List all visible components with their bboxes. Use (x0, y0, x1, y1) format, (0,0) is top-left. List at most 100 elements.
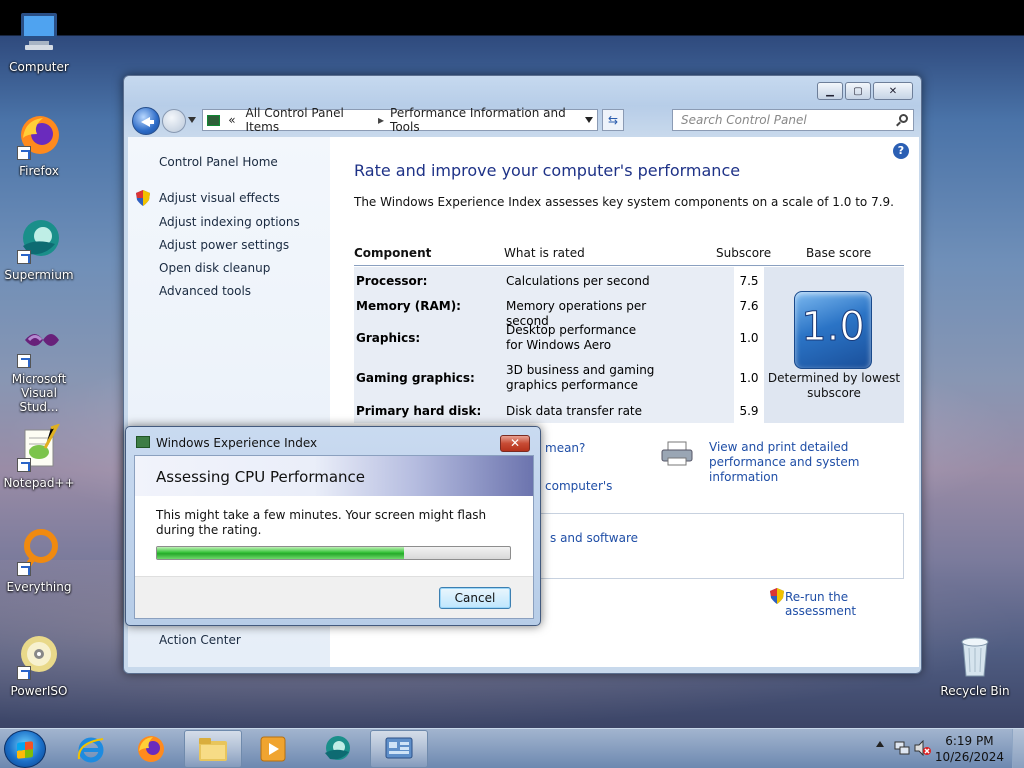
start-button[interactable] (4, 730, 46, 768)
show-hidden-icons-icon[interactable] (876, 741, 884, 747)
address-dropdown-icon[interactable] (585, 117, 593, 123)
desktop-icon-notepadpp[interactable]: Notepad++ (2, 423, 76, 490)
address-bar[interactable]: « All Control Panel Items ▸ Performance … (202, 106, 598, 134)
taskbar-internet-explorer[interactable] (62, 730, 120, 768)
show-desktop-button[interactable] (1012, 729, 1024, 768)
dialog-heading: Assessing CPU Performance (156, 468, 366, 486)
dialog-app-icon (136, 436, 150, 448)
computer-icon (15, 8, 63, 56)
desktop-icon-firefox[interactable]: Firefox (2, 112, 76, 178)
row-what-is-rated: 3D business and gaming graphics performa… (506, 363, 655, 392)
view-print-details-link[interactable]: View and print detailed performance and … (709, 440, 909, 485)
recycle-bin-icon (951, 632, 999, 680)
close-button[interactable]: ✕ (873, 82, 913, 100)
row-component: Memory (RAM): (356, 299, 461, 313)
refresh-button[interactable]: ⇆ (602, 109, 624, 131)
base-score-panel: 1.0 Determined by lowest subscore (764, 267, 904, 423)
help-icon[interactable]: ? (893, 143, 909, 159)
minimize-icon: ▁ (826, 85, 834, 97)
taskbar-firefox[interactable] (122, 730, 180, 768)
desktop-icon-everything[interactable]: Everything (2, 528, 76, 594)
row-subscore: 7.5 (739, 274, 759, 288)
dialog-close-button[interactable]: ✕ (500, 435, 530, 452)
desktop-icon-computer[interactable]: Computer (2, 8, 76, 74)
visual-studio-icon (15, 320, 63, 368)
desktop-icon-visual-studio[interactable]: Microsoft Visual Stud... (2, 320, 76, 414)
clock[interactable]: 6:19 PM 10/26/2024 (935, 733, 1004, 765)
sidebar-control-panel-home[interactable]: Control Panel Home (159, 155, 278, 169)
breadcrumb-all-items[interactable]: All Control Panel Items (246, 106, 372, 134)
sidebar-item-adjust-visual-effects[interactable]: Adjust visual effects (159, 191, 280, 205)
address-overflow[interactable]: « (228, 113, 235, 127)
search-icon[interactable] (899, 114, 908, 123)
desktop-icon-label: Recycle Bin (940, 684, 1010, 698)
experience-index-dialog[interactable]: Windows Experience Index ✕ Assessing CPU… (125, 426, 541, 626)
desktop-icon-poweriso[interactable]: PowerISO (2, 632, 76, 698)
taskbar-supermium[interactable] (308, 730, 366, 768)
uac-shield-icon (136, 190, 150, 206)
software-offers-link[interactable]: s and software (550, 531, 638, 545)
sidebar-item-open-disk-cleanup[interactable]: Open disk cleanup (159, 261, 270, 275)
sidebar-item-adjust-indexing-options[interactable]: Adjust indexing options (159, 215, 300, 229)
folder-icon (199, 738, 227, 761)
desktop-icon-label: Supermium (4, 268, 74, 282)
shortcut-arrow-icon (17, 666, 31, 680)
network-icon[interactable] (894, 740, 910, 756)
volume-muted-icon[interactable] (914, 740, 932, 756)
offers-box: s and software (530, 513, 904, 579)
minimize-button[interactable]: ▁ (817, 82, 843, 100)
score-table: Processor: Calculations per second 7.5 M… (354, 267, 904, 423)
firefox-icon (138, 736, 164, 762)
taskbar-media-player[interactable] (244, 730, 302, 768)
media-player-icon (260, 736, 286, 762)
dialog-banner: Assessing CPU Performance (135, 456, 533, 496)
desktop-icon-label: Everything (6, 580, 72, 594)
navigation-bar: « All Control Panel Items ▸ Performance … (132, 106, 914, 135)
breadcrumb-separator-icon[interactable]: ▸ (378, 113, 384, 127)
supermium-icon (15, 216, 63, 264)
header-component: Component (354, 246, 432, 260)
header-subscore: Subscore (716, 246, 772, 260)
what-do-numbers-mean-link[interactable]: mean? (545, 441, 585, 455)
cancel-button[interactable]: Cancel (439, 587, 511, 609)
row-subscore: 5.9 (739, 404, 759, 418)
breadcrumb-performance[interactable]: Performance Information and Tools (390, 106, 585, 134)
improve-performance-link[interactable]: computer's (545, 479, 612, 493)
taskbar-control-panel[interactable] (370, 730, 428, 768)
forward-button[interactable] (162, 109, 186, 133)
desktop-icon-recycle-bin[interactable]: Recycle Bin (938, 632, 1012, 698)
row-what-is-rated: Disk data transfer rate (506, 404, 643, 418)
row-component: Gaming graphics: (356, 371, 475, 385)
recent-pages-dropdown-icon[interactable] (188, 117, 196, 123)
control-panel-icon (207, 114, 221, 126)
maximize-button[interactable]: ▢ (845, 82, 871, 100)
dialog-message: This might take a few minutes. Your scre… (156, 508, 487, 537)
shortcut-arrow-icon (17, 458, 31, 472)
progress-bar (156, 546, 511, 560)
supermium-icon (325, 736, 350, 760)
taskbar-file-explorer[interactable] (184, 730, 242, 768)
back-button[interactable] (132, 107, 160, 135)
search-input[interactable]: Search Control Panel (672, 109, 914, 131)
progress-fill (157, 547, 405, 559)
rerun-assessment-link[interactable]: Re-run the assessment (785, 590, 919, 618)
dialog-footer: Cancel (135, 576, 533, 618)
control-panel-icon (385, 737, 413, 759)
subscore-column (734, 267, 764, 423)
desktop-icon-label: Firefox (19, 164, 59, 178)
internet-explorer-icon (77, 737, 104, 763)
sidebar-item-advanced-tools[interactable]: Advanced tools (159, 284, 251, 298)
base-score-value: 1.0 (801, 304, 866, 351)
shortcut-arrow-icon (17, 146, 31, 160)
window-controls: ▁ ▢ ✕ (817, 82, 913, 100)
desktop-icon-supermium[interactable]: Supermium (2, 216, 76, 282)
system-tray: 6:19 PM 10/26/2024 (854, 729, 1024, 768)
score-table-header: Component What is rated Subscore Base sc… (354, 240, 904, 266)
row-what-is-rated: Calculations per second (506, 274, 650, 288)
shortcut-arrow-icon (17, 250, 31, 264)
sidebar-item-action-center[interactable]: Action Center (159, 633, 241, 647)
page-description: The Windows Experience Index assesses ke… (354, 195, 894, 209)
desktop-icon-label: Computer (9, 60, 69, 74)
sidebar-item-adjust-power-settings[interactable]: Adjust power settings (159, 238, 289, 252)
notepadpp-icon (15, 423, 63, 472)
